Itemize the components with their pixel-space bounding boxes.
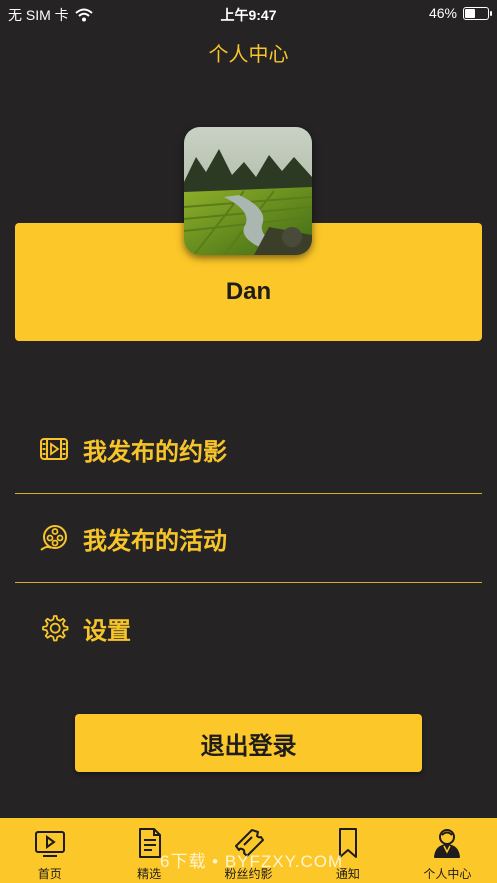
menu-item-label: 设置: [83, 617, 131, 645]
person-icon: [434, 829, 461, 858]
status-right: 46%: [428, 5, 492, 21]
film-reel-icon: [40, 525, 67, 551]
watermark: 6下载 • BYFZXY.COM: [160, 852, 344, 871]
battery-percent: 46%: [428, 5, 457, 21]
status-time: 上午9:47: [220, 7, 277, 23]
username: Dan: [225, 278, 272, 305]
film-strip-icon: [40, 438, 68, 460]
tab-home[interactable]: 首页: [0, 818, 99, 883]
avatar[interactable]: [184, 127, 312, 255]
menu-item-label: 我发布的活动: [83, 527, 227, 555]
play-screen-icon: [34, 831, 65, 857]
gear-icon: [42, 615, 69, 642]
menu-item-my-films[interactable]: 我发布的约影: [15, 405, 482, 493]
menu-item-label: 我发布的约影: [83, 438, 227, 466]
status-bar: 无 SIM 卡 上午9:47 46%: [0, 0, 497, 26]
page-title: 个人中心: [208, 44, 289, 66]
tab-label: 个人中心: [423, 867, 472, 881]
tab-profile[interactable]: 个人中心: [398, 818, 497, 883]
battery-icon: [463, 6, 492, 20]
avatar-image: [184, 127, 312, 255]
divider: [15, 582, 482, 583]
menu-item-settings[interactable]: 设置: [15, 584, 482, 672]
tab-label: 首页: [37, 867, 62, 881]
menu-item-my-activities[interactable]: 我发布的活动: [15, 494, 482, 582]
battery-fill: [465, 8, 475, 18]
logout-button[interactable]: 退出登录: [75, 714, 422, 772]
